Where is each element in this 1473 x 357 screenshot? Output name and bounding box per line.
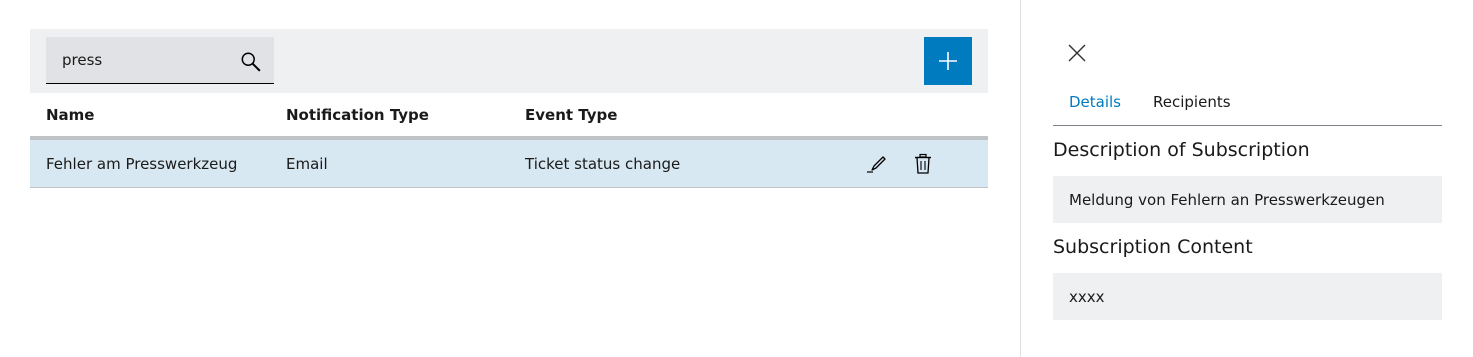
description-title: Description of Subscription (1053, 139, 1310, 161)
column-header-notification-type: Notification Type (286, 105, 429, 124)
column-header-name: Name (46, 105, 95, 124)
delete-icon (915, 153, 931, 174)
edit-icon (867, 155, 886, 173)
panel-divider (1020, 0, 1021, 357)
edit-button[interactable] (863, 150, 891, 178)
row-actions (863, 150, 937, 178)
cell-event-type: Ticket status change (525, 154, 681, 173)
toolbar (30, 29, 988, 93)
column-header-event-type: Event Type (525, 105, 618, 124)
description-field: Meldung von Fehlern an Presswerkzeugen (1053, 176, 1442, 223)
table-row[interactable]: Fehler am Presswerkzeug Email Ticket sta… (30, 140, 988, 188)
tab-recipients[interactable]: Recipients (1137, 87, 1247, 119)
tab-details[interactable]: Details (1053, 87, 1137, 119)
close-panel-button[interactable] (1065, 41, 1089, 65)
search-input[interactable] (46, 37, 247, 83)
cell-name: Fehler am Presswerkzeug (46, 154, 238, 173)
content-title: Subscription Content (1053, 236, 1253, 258)
cell-notification-type: Email (286, 154, 328, 173)
table-header: Name Notification Type Event Type (30, 93, 988, 140)
search-icon[interactable] (240, 51, 262, 73)
content-field: xxxx (1053, 273, 1442, 320)
close-icon (1068, 44, 1086, 62)
subscriptions-list: Name Notification Type Event Type Fehler… (30, 29, 988, 188)
delete-button[interactable] (909, 150, 937, 178)
search-box[interactable] (46, 37, 274, 84)
plus-icon (939, 52, 957, 70)
add-subscription-button[interactable] (924, 37, 972, 85)
panel-tabs: Details Recipients (1053, 87, 1442, 126)
